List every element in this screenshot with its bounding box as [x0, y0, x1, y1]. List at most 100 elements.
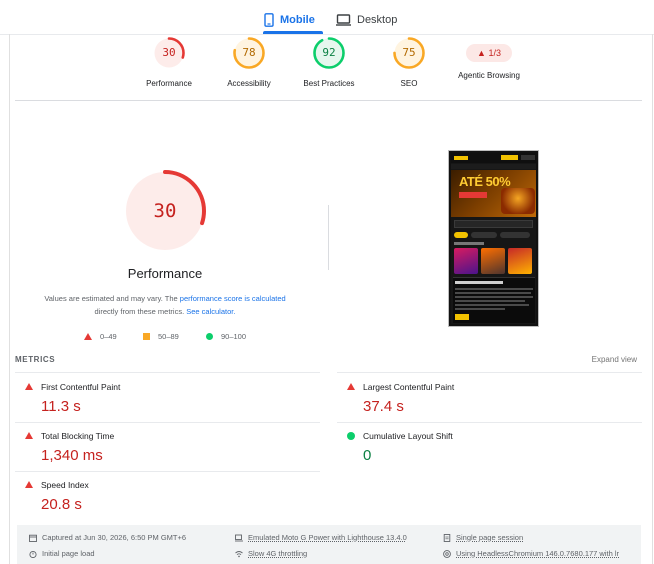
ss-game-card: [508, 248, 532, 274]
ss-search: [454, 220, 533, 228]
metric-value: 37.4 s: [363, 398, 404, 415]
triangle-icon: [84, 332, 92, 340]
poor-triangle-icon: [25, 432, 33, 439]
performance-score-link[interactable]: performance score is calculated: [180, 294, 286, 303]
throttling-text[interactable]: Slow 4G throttling: [248, 549, 307, 558]
gauge-score: 30: [162, 46, 176, 59]
ss-menu: [451, 164, 536, 169]
performance-title: Performance: [127, 266, 203, 281]
good-circle-icon: [347, 432, 355, 440]
ss-pill: [454, 232, 468, 238]
phone-icon: [264, 13, 274, 27]
timer-icon: [29, 550, 37, 558]
desktop-icon: [336, 14, 351, 26]
ss-line: [455, 304, 529, 306]
metric-fcp: First Contentful Paint 11.3 s: [15, 374, 315, 422]
metric-name: First Contentful Paint: [41, 382, 121, 392]
legend-average-range: 50–89: [158, 331, 179, 341]
legend-average: 50–89: [143, 330, 179, 342]
tab-mobile[interactable]: Mobile: [264, 6, 315, 34]
metric-lcp: Largest Contentful Paint 37.4 s: [337, 374, 637, 422]
browser-text[interactable]: Using HeadlessChromium 146.0.7680.177 wi…: [456, 549, 619, 558]
legend-good: 90–100: [206, 330, 246, 342]
legend-poor: 0–49: [84, 330, 117, 342]
metric-cls: Cumulative Layout Shift 0: [337, 423, 637, 471]
agentic-badge: ▲ 1/3: [466, 44, 512, 62]
performance-gauge-large: 30: [120, 166, 210, 256]
document-icon: [443, 533, 451, 542]
gauge-accessibility: 78: [232, 36, 266, 70]
gauge-score: 75: [402, 46, 416, 59]
ss-pill: [471, 232, 497, 238]
ss-accept-button: [455, 314, 469, 320]
metric-divider: [15, 372, 320, 373]
square-icon: [143, 332, 150, 340]
ss-pills: [454, 232, 536, 238]
metric-divider: [337, 372, 642, 373]
ss-line: [455, 288, 533, 290]
gauge-performance: 30: [152, 36, 186, 70]
metric-value: 11.3 s: [41, 398, 81, 415]
ss-line: [455, 308, 505, 310]
legend-poor-range: 0–49: [100, 331, 117, 341]
final-screenshot[interactable]: ATÉ 50%: [448, 150, 539, 327]
metric-name: Largest Contentful Paint: [363, 382, 455, 392]
poor-triangle-icon: [25, 383, 33, 390]
initial-load-text: Initial page load: [42, 549, 95, 558]
ss-banner-sub: [459, 192, 487, 198]
metric-value: 20.8 s: [41, 496, 82, 513]
legend-good-range: 90–100: [221, 331, 247, 341]
ss-cookie-banner: [453, 277, 535, 323]
category-label: Performance: [146, 79, 192, 88]
metric-tbt: Total Blocking Time 1,340 ms: [15, 423, 315, 471]
expand-view-toggle[interactable]: Expand view: [592, 355, 637, 364]
ss-game-card: [481, 248, 505, 274]
category-accessibility[interactable]: 78 Accessibility: [204, 36, 294, 88]
metric-name: Speed Index: [41, 480, 89, 490]
emulated-text[interactable]: Emulated Moto G Power with Lighthouse 13…: [248, 533, 407, 542]
poor-triangle-icon: [347, 383, 355, 390]
gauge-score: 78: [242, 46, 256, 59]
gauge-score: 92: [322, 46, 336, 59]
circle-icon: [206, 332, 213, 340]
device-tabbar: Mobile Desktop: [0, 0, 654, 35]
initial-page-load: Initial page load: [29, 549, 95, 558]
captured-at: Captured at Jun 30, 2026, 6:50 PM GMT+6: [29, 533, 186, 542]
session-type: Single page session: [443, 533, 523, 542]
ss-line: [455, 300, 525, 302]
captured-text: Captured at Jun 30, 2026, 6:50 PM GMT+6: [42, 533, 187, 542]
estimate-text-2: directly from these metrics.: [94, 307, 187, 316]
ss-navbar: [451, 153, 536, 163]
ss-line: [455, 292, 531, 294]
category-label: Agentic Browsing: [458, 71, 520, 80]
ss-section-title: [454, 242, 484, 245]
estimate-note: Values are estimated and may vary. The p…: [30, 292, 300, 318]
session-text[interactable]: Single page session: [456, 533, 523, 542]
category-scores: 30 Performance 78 Accessibility 92 Best …: [0, 36, 654, 98]
see-calculator-link[interactable]: See calculator.: [186, 307, 235, 316]
metrics-heading: METRICS: [15, 355, 56, 364]
category-agentic-browsing[interactable]: ▲ 1/3 Agentic Browsing: [444, 36, 534, 80]
category-performance[interactable]: 30 Performance: [124, 36, 214, 88]
gauge-screenshot-separator: [328, 205, 329, 270]
runtime-settings: Captured at Jun 30, 2026, 6:50 PM GMT+6 …: [17, 525, 641, 564]
ss-login-button: [521, 155, 535, 160]
ss-pill: [500, 232, 530, 238]
report-frame-left: [9, 34, 10, 564]
performance-score-large: 30: [153, 200, 177, 222]
metric-name: Cumulative Layout Shift: [363, 431, 453, 441]
tab-desktop[interactable]: Desktop: [336, 6, 397, 34]
ss-signup-button: [501, 155, 518, 160]
metric-value: 1,340 ms: [41, 447, 103, 464]
screenshot-content: ATÉ 50%: [451, 153, 536, 324]
report-frame-right: [652, 34, 653, 564]
category-best-practices[interactable]: 92 Best Practices: [284, 36, 374, 88]
network-throttling: Slow 4G throttling: [235, 549, 307, 558]
chrome-icon: [443, 549, 451, 558]
category-seo[interactable]: 75 SEO: [364, 36, 454, 88]
category-label: Accessibility: [227, 79, 271, 88]
scores-divider: [15, 100, 642, 101]
poor-triangle-icon: [25, 481, 33, 488]
metric-value: 0: [363, 447, 372, 464]
browser-version: Using HeadlessChromium 146.0.7680.177 wi…: [443, 549, 619, 558]
